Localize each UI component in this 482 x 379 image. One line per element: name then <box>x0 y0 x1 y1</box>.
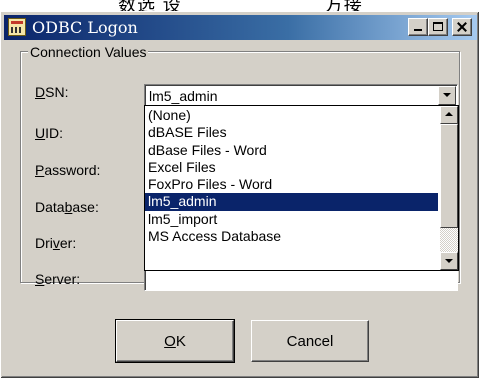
dsn-combobox[interactable]: lm5_admin <box>144 84 458 107</box>
database-label: Database: <box>35 199 99 215</box>
minimize-icon <box>414 29 422 31</box>
dsn-option[interactable]: FoxPro Files - Word <box>145 176 438 193</box>
password-label-accel: P <box>35 162 45 178</box>
password-label-rest: assword: <box>44 162 101 178</box>
server-label-rest: erver: <box>44 271 81 287</box>
driver-label-rest: er: <box>59 235 77 251</box>
group-label: Connection Values <box>28 44 149 60</box>
dsn-label-accel: D <box>35 84 46 100</box>
arrow-down-icon <box>445 259 453 263</box>
database-label-prefix: Data <box>35 199 65 215</box>
scroll-up-button[interactable] <box>440 106 458 124</box>
dsn-option[interactable]: Excel Files <box>145 159 438 176</box>
cancel-button[interactable]: Cancel <box>251 320 369 362</box>
server-input[interactable] <box>144 268 458 291</box>
driver-label-prefix: Dri <box>35 235 53 251</box>
uid-label-accel: U <box>35 125 46 141</box>
scroll-thumb[interactable] <box>440 124 458 228</box>
dsn-label: DSN: <box>35 84 68 100</box>
dsn-option[interactable]: dBASE Files <box>145 124 438 141</box>
window-title: ODBC Logon <box>32 18 138 37</box>
close-button[interactable] <box>452 18 472 36</box>
dropdown-scrollbar[interactable] <box>440 106 458 270</box>
dsn-option[interactable]: MS Access Database <box>145 228 438 245</box>
ok-button[interactable]: OK <box>115 319 235 363</box>
driver-label-accel: v <box>52 235 60 251</box>
database-label-rest: ase: <box>72 199 99 215</box>
scroll-down-button[interactable] <box>440 252 458 270</box>
dsn-option[interactable]: dBase Files - Word <box>145 142 438 159</box>
uid-label-rest: ID: <box>45 125 64 141</box>
chevron-down-icon <box>443 93 451 97</box>
server-label-accel: S <box>35 271 45 287</box>
driver-label: Driver: <box>35 235 76 251</box>
close-icon <box>456 20 468 34</box>
maximize-button[interactable] <box>428 18 448 36</box>
arrow-up-icon <box>445 112 453 116</box>
password-label: Password: <box>35 162 100 178</box>
uid-label: UID: <box>35 125 63 141</box>
dsn-combobox-value: lm5_admin <box>149 88 218 104</box>
dsn-dropdown-list[interactable]: (None) dBASE Files dBase Files - Word Excel… <box>144 105 459 271</box>
dsn-option[interactable]: lm5_import <box>145 211 438 228</box>
dsn-label-rest: SN: <box>45 84 69 100</box>
odbc-app-icon[interactable] <box>8 18 26 36</box>
dsn-dropdown-button[interactable] <box>438 86 456 105</box>
maximize-icon <box>433 22 443 31</box>
dsn-option[interactable]: lm5_admin <box>145 193 438 211</box>
server-label: Server: <box>35 271 80 287</box>
ok-button-rest: K <box>175 332 186 350</box>
ok-button-accel: O <box>164 332 176 350</box>
dsn-option-list: (None) dBASE Files dBase Files - Word Excel… <box>145 107 438 245</box>
dsn-option[interactable]: (None) <box>145 107 438 124</box>
title-bar[interactable]: ODBC Logon <box>4 15 477 40</box>
minimize-button[interactable] <box>408 18 428 36</box>
